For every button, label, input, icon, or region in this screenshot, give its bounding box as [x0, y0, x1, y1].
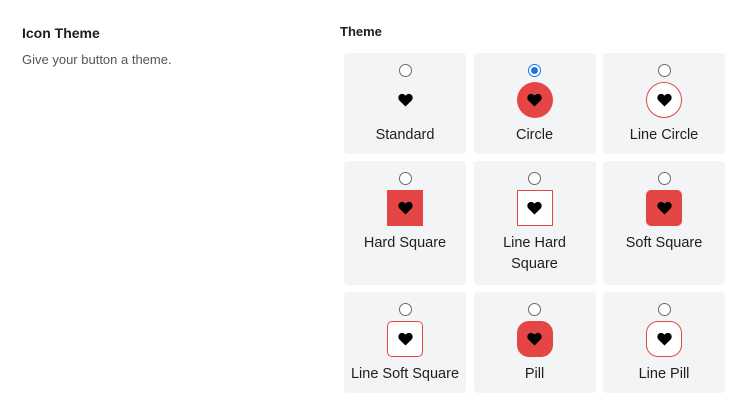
theme-preview-line-soft-square [387, 321, 423, 357]
theme-option-line-soft-square[interactable]: Line Soft Square [344, 292, 466, 393]
theme-field-label: Theme [340, 24, 382, 39]
theme-radio-circle[interactable] [528, 64, 541, 77]
heart-icon [527, 332, 542, 346]
theme-radio-hard-square[interactable] [398, 172, 412, 185]
theme-label: Circle [515, 127, 554, 143]
theme-option-circle[interactable]: Circle [473, 53, 596, 154]
theme-option-standard[interactable]: Standard [344, 53, 466, 154]
theme-preview-line-pill [646, 321, 682, 357]
theme-options-grid: Standard Circle Line Circle Hard Square [344, 53, 725, 393]
theme-label: Standard [375, 127, 435, 143]
theme-label: Line Hard Square [503, 235, 566, 272]
theme-option-line-hard-square[interactable]: Line Hard Square [473, 161, 596, 285]
theme-radio-line-pill[interactable] [657, 303, 671, 316]
heart-icon [397, 201, 413, 215]
theme-option-hard-square[interactable]: Hard Square [344, 161, 466, 285]
heart-icon [397, 332, 413, 346]
theme-radio-line-circle[interactable] [657, 64, 671, 77]
theme-option-line-circle[interactable]: Line Circle [603, 53, 725, 154]
theme-option-line-pill[interactable]: Line Pill [603, 292, 725, 393]
theme-option-pill[interactable]: Pill [473, 292, 596, 393]
theme-preview-standard [387, 82, 423, 118]
theme-radio-soft-square[interactable] [657, 172, 671, 185]
section-title: Icon Theme [22, 25, 100, 41]
icon-theme-settings: Icon Theme Give your button a theme. The… [0, 0, 740, 417]
theme-label: Line Soft Square [350, 366, 460, 382]
theme-preview-circle [516, 82, 553, 118]
theme-label: Pill [524, 366, 545, 382]
theme-radio-standard[interactable] [398, 64, 412, 77]
theme-preview-soft-square [646, 190, 682, 226]
theme-label: Soft Square [625, 235, 703, 251]
theme-radio-line-hard-square[interactable] [528, 172, 541, 185]
heart-icon [397, 93, 413, 107]
theme-radio-pill[interactable] [528, 303, 541, 316]
theme-label: Hard Square [363, 235, 447, 251]
theme-preview-pill [516, 321, 553, 357]
theme-preview-line-circle [646, 82, 682, 118]
theme-option-soft-square[interactable]: Soft Square [603, 161, 725, 285]
theme-label: Line Circle [629, 127, 699, 143]
heart-icon [656, 332, 672, 346]
theme-preview-line-hard-square [516, 190, 553, 226]
section-description: Give your button a theme. [22, 52, 172, 67]
theme-preview-hard-square [387, 190, 423, 226]
theme-label: Line Pill [638, 366, 690, 382]
heart-icon [656, 201, 672, 215]
heart-icon [527, 201, 542, 215]
heart-icon [656, 93, 672, 107]
heart-icon [527, 93, 542, 107]
theme-radio-line-soft-square[interactable] [398, 303, 412, 316]
